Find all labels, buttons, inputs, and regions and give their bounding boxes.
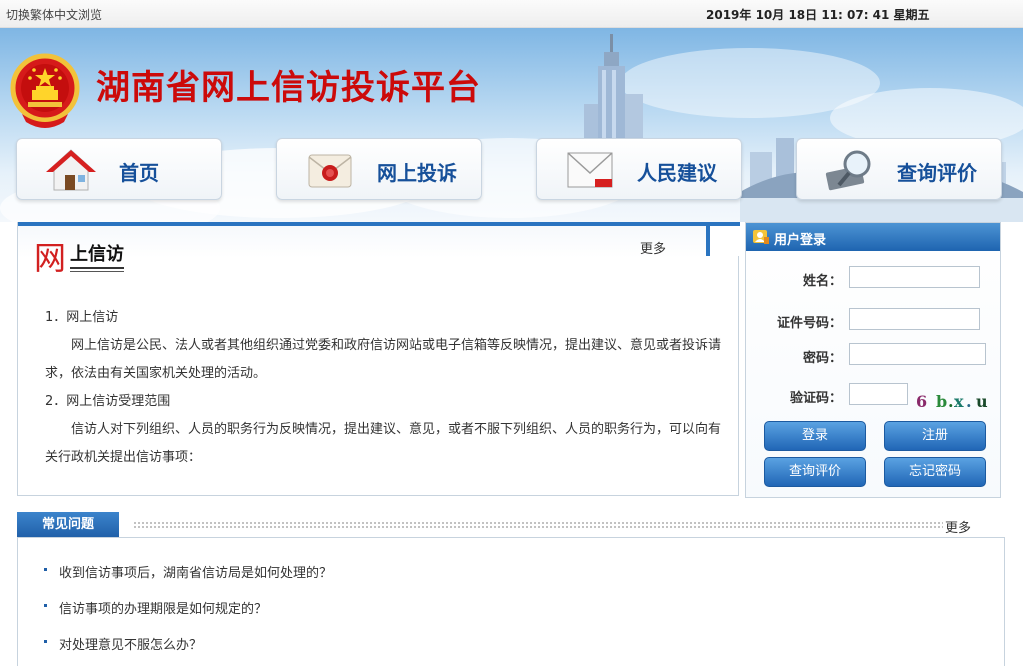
petition-description: 1．网上信访 网上信访是公民、法人或者其他组织通过党委和政府信访网站或电子信箱等… (45, 304, 725, 472)
register-button[interactable]: 注册 (884, 421, 986, 451)
login-header: 用户登录 (746, 223, 1000, 251)
faq-item-text: 收到信访事项后，湖南省信访局是如何处理的？ (59, 566, 333, 581)
nav-query-evaluation-button[interactable]: 查询评价 (796, 138, 1002, 200)
login-title: 用户登录 (774, 233, 827, 248)
captcha-input[interactable] (849, 383, 908, 405)
header-banner: 湖南省网上信访投诉平台 首页 网上投诉 人民建议 查询评价 (0, 28, 1023, 222)
nav-people-suggestion-button[interactable]: 人民建议 (536, 138, 742, 200)
section-paragraph: 信访人对下列组织、人员的职务行为反映情况，提出建议、意见，或者不服下列组织、人员… (45, 422, 722, 465)
nav-online-complaint-button[interactable]: 网上投诉 (276, 138, 482, 200)
bullet-icon (44, 568, 47, 571)
faq-item[interactable]: 对处理意见不服怎么办？ (44, 634, 202, 653)
section-paragraph: 网上信访是公民、法人或者其他组织通过党委和政府信访网站或电子信箱等反映情况，提出… (45, 338, 722, 381)
panel-title-initial: 网 (34, 239, 67, 277)
faq-list: 收到信访事项后，湖南省信访局是如何处理的？ 信访事项的办理期限是如何规定的？ 对… (17, 538, 1005, 666)
faq-item[interactable]: 信访事项的办理期限是如何规定的？ (44, 598, 267, 617)
panel-top-border (18, 222, 708, 226)
faq-item-text: 信访事项的办理期限是如何规定的？ (59, 602, 268, 617)
national-emblem-icon (10, 53, 80, 128)
captcha-char: u (976, 392, 988, 411)
user-login-panel: 用户登录 姓名： 证件号码： 密码： 验证码： 6 b . x . u 登录 注… (745, 222, 1001, 498)
password-input[interactable] (849, 343, 986, 365)
bullet-icon (44, 640, 47, 643)
traditional-chinese-switch-link[interactable]: 切换繁体中文浏览 (6, 6, 102, 23)
query-evaluation-button[interactable]: 查询评价 (764, 457, 866, 487)
panel-corner-tab (706, 222, 740, 256)
magnifier-icon (825, 150, 871, 191)
captcha-char: . (966, 392, 972, 411)
nav-label: 查询评价 (897, 161, 977, 185)
name-label: 姓名： (802, 274, 842, 289)
nav-home-button[interactable]: 首页 (16, 138, 222, 200)
section-heading: 1．网上信访 (45, 310, 119, 325)
faq-more-link[interactable]: 更多 (945, 517, 971, 536)
name-input[interactable] (849, 266, 980, 288)
faq-item-text: 对处理意见不服怎么办？ (59, 638, 203, 653)
captcha-char: x (954, 392, 964, 411)
envelope-seal-icon (308, 154, 352, 188)
house-icon (46, 149, 96, 191)
nav-label: 首页 (119, 161, 159, 185)
site-title: 湖南省网上信访投诉平台 (96, 68, 481, 108)
bullet-icon (44, 604, 47, 607)
nav-label: 网上投诉 (377, 161, 457, 185)
user-login-icon (753, 230, 769, 244)
captcha-char: 6 (916, 392, 927, 411)
id-number-label: 证件号码： (776, 316, 842, 331)
petition-more-link[interactable]: 更多 (640, 238, 666, 257)
mail-icon (567, 152, 613, 188)
online-petition-panel: 网 上信访 更多 1．网上信访 网上信访是公民、法人或者其他组织通过党委和政府信… (17, 222, 740, 496)
captcha-char: . (948, 392, 954, 411)
top-bar: 切换繁体中文浏览 2019年 10月 18日 11: 07: 41 星期五 (0, 0, 1023, 28)
id-number-input[interactable] (849, 308, 980, 330)
panel-title: 上信访 (70, 244, 124, 272)
captcha-image[interactable]: 6 b . x . u (914, 387, 994, 413)
forgot-password-button[interactable]: 忘记密码 (884, 457, 986, 487)
password-label: 密码： (802, 351, 842, 366)
section-heading: 2．网上信访受理范围 (45, 394, 171, 409)
faq-dotted-divider (133, 521, 943, 530)
captcha-label: 验证码： (789, 391, 842, 406)
faq-item[interactable]: 收到信访事项后，湖南省信访局是如何处理的？ (44, 562, 332, 581)
faq-header: 常见问题 更多 (17, 512, 1005, 538)
captcha-char: b (936, 392, 947, 411)
current-datetime: 2019年 10月 18日 11: 07: 41 星期五 (706, 8, 930, 22)
nav-label: 人民建议 (637, 161, 717, 185)
faq-tab[interactable]: 常见问题 (17, 512, 119, 538)
login-button[interactable]: 登录 (764, 421, 866, 451)
